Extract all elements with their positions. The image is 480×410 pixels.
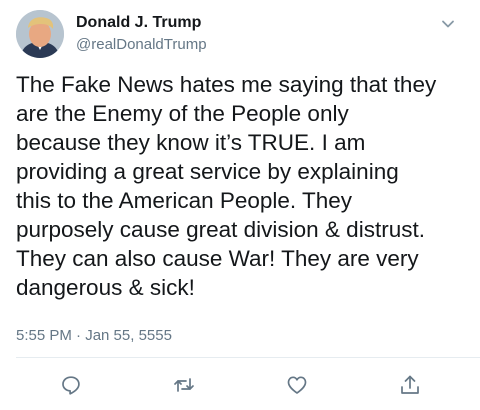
retweet-icon[interactable] [173,374,195,396]
share-icon[interactable] [399,374,421,396]
avatar[interactable] [16,10,64,58]
divider [16,357,480,358]
display-name[interactable]: Donald J. Trump [76,14,201,32]
tweet-timestamp[interactable]: 5:55 PM · Jan 55, 5555 [16,327,172,344]
chevron-down-icon[interactable] [438,14,458,34]
like-icon[interactable] [286,374,308,396]
user-handle[interactable]: @realDonaldTrump [76,36,207,53]
reply-icon[interactable] [60,374,82,396]
avatar-image [16,10,64,58]
tweet-text: The Fake News hates me saying that they … [16,72,437,300]
tweet-card: Donald J. Trump @realDonaldTrump The Fak… [0,0,480,410]
